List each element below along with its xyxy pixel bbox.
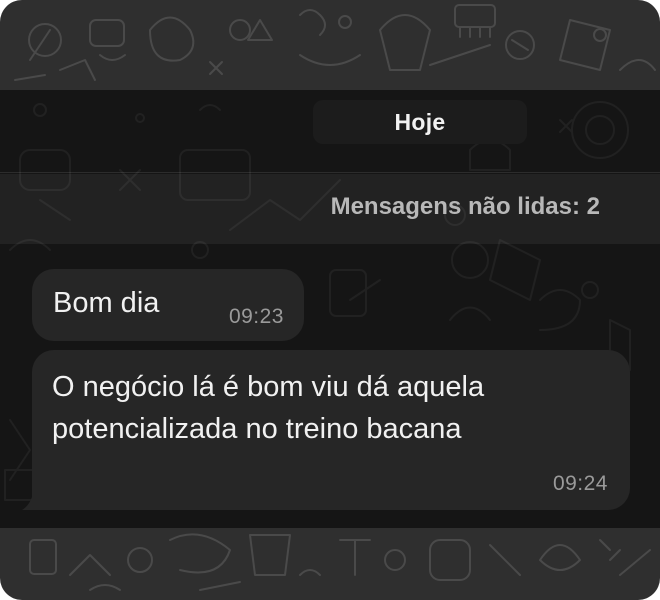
message-text: Bom dia	[53, 287, 160, 319]
unread-messages-label: Mensagens não lidas: 2	[330, 193, 600, 220]
message-timestamp: 09:23	[228, 305, 284, 328]
incoming-message-bubble[interactable]: Bom dia 09:23	[32, 269, 304, 341]
message-timestamp: 09:24	[552, 472, 608, 495]
incoming-message-bubble[interactable]: O negócio lá é bom viu dá aquela potenci…	[32, 350, 630, 510]
unread-divider	[0, 172, 660, 173]
date-separator-badge: Hoje	[313, 100, 527, 144]
chat-window: Hoje Mensagens não lidas: 2 Bom dia 09:2…	[0, 0, 660, 600]
message-text: O negócio lá é bom viu dá aquela potenci…	[52, 371, 485, 445]
date-separator-label: Hoje	[394, 108, 446, 135]
